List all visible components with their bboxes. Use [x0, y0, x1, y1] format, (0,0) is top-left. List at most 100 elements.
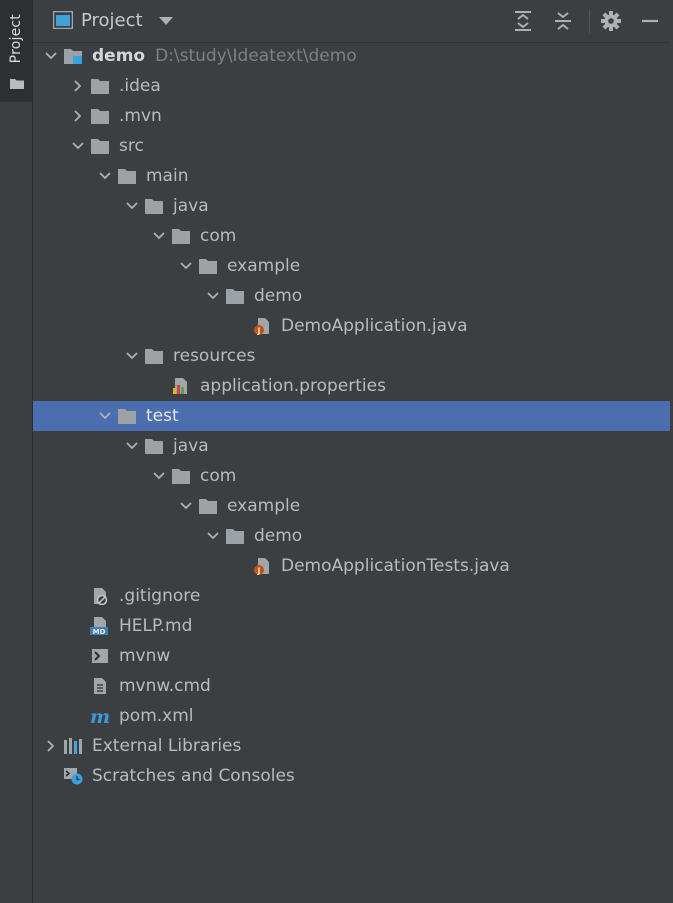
tree-row[interactable]: .gitignore — [33, 581, 670, 611]
tree-row[interactable]: mvnw.cmd — [33, 671, 670, 701]
module-path: D:\study\Ideatext\demo — [155, 46, 357, 66]
chevron-down-icon[interactable] — [207, 530, 219, 542]
project-tab-label: Project — [8, 14, 24, 64]
folder-icon — [118, 169, 136, 184]
project-tool-window-tab[interactable]: Project — [0, 0, 32, 102]
tree-row[interactable]: demo D:\study\Ideatext\demo — [33, 41, 670, 71]
chevron-down-icon[interactable] — [207, 290, 219, 302]
chevron-right-icon[interactable] — [45, 740, 57, 752]
folder-icon — [199, 259, 217, 274]
tree-item-label: com — [200, 226, 237, 246]
folder-icon — [226, 289, 244, 304]
tree-row[interactable]: com — [33, 221, 670, 251]
folder-icon — [145, 439, 163, 454]
tree-item-label: java — [173, 436, 209, 456]
tree-row[interactable]: resources — [33, 341, 670, 371]
shell-script-icon — [92, 649, 108, 663]
tree-item-label: demo D:\study\Ideatext\demo — [92, 46, 357, 66]
gear-icon[interactable] — [600, 10, 622, 32]
libraries-icon — [64, 738, 82, 754]
java-file-icon: J — [254, 318, 269, 336]
folder-icon — [118, 409, 136, 424]
folder-icon — [145, 349, 163, 364]
view-dropdown-icon[interactable] — [159, 17, 173, 26]
tree-item-label: External Libraries — [92, 736, 242, 756]
tree-item-label: example — [227, 256, 301, 276]
tree-row[interactable]: .mvn — [33, 101, 670, 131]
hide-panel-icon[interactable] — [639, 10, 661, 32]
tree-row[interactable]: mvnw — [33, 641, 670, 671]
tree-row[interactable]: External Libraries — [33, 731, 670, 761]
tree-item-label: com — [200, 466, 237, 486]
tree-row[interactable]: .idea — [33, 71, 670, 101]
tree-row[interactable]: demo — [33, 521, 670, 551]
tree-item-label: application.properties — [200, 376, 386, 396]
chevron-down-icon[interactable] — [126, 350, 138, 362]
chevron-down-icon[interactable] — [126, 440, 138, 452]
tree-item-label: java — [173, 196, 209, 216]
tree-row[interactable]: example — [33, 251, 670, 281]
tree-item-label: mvnw — [119, 646, 171, 666]
tree-row[interactable]: J DemoApplication.java — [33, 311, 670, 341]
svg-text:m: m — [90, 707, 110, 725]
chevron-down-icon[interactable] — [99, 170, 111, 182]
tree-row[interactable]: Scratches and Consoles — [33, 761, 670, 791]
svg-text:J: J — [257, 327, 261, 336]
chevron-down-icon[interactable] — [45, 50, 57, 62]
chevron-down-icon[interactable] — [153, 230, 165, 242]
tree-row[interactable]: J DemoApplicationTests.java — [33, 551, 670, 581]
header-separator — [589, 9, 590, 33]
java-file-icon: J — [254, 558, 269, 575]
tree-row[interactable]: java — [33, 431, 670, 461]
tree-item-label: .gitignore — [119, 586, 201, 606]
chevron-down-icon[interactable] — [180, 500, 192, 512]
folder-icon — [91, 139, 109, 154]
chevron-down-icon[interactable] — [126, 200, 138, 212]
panel-title[interactable]: Project — [81, 10, 143, 31]
folder-icon — [172, 469, 190, 484]
tree-item-label: main — [146, 166, 189, 186]
tool-window-strip: Project — [0, 0, 33, 903]
tree-item-label: demo — [254, 526, 303, 546]
tree-row[interactable]: test — [33, 401, 670, 431]
tree-item-label: .idea — [119, 76, 161, 96]
tree-row[interactable]: m pom.xml — [33, 701, 670, 731]
folder-icon — [172, 229, 190, 244]
tree-item-label: demo — [254, 286, 303, 306]
project-panel-header: Project — [33, 0, 673, 43]
tree-row[interactable]: com — [33, 461, 670, 491]
chevron-down-icon[interactable] — [180, 260, 192, 272]
chevron-right-icon[interactable] — [72, 80, 84, 92]
ignore-file-icon — [94, 588, 108, 605]
tree-row[interactable]: MD HELP.md — [33, 611, 670, 641]
tree-row[interactable]: main — [33, 161, 670, 191]
svg-text:MD: MD — [93, 628, 106, 635]
folder-icon — [145, 199, 163, 214]
folder-icon — [10, 79, 24, 89]
tree-item-label: example — [227, 496, 301, 516]
tree-row[interactable]: example — [33, 491, 670, 521]
tree-row[interactable]: src — [33, 131, 670, 161]
tree-item-label: .mvn — [119, 106, 162, 126]
tree-item-label: DemoApplication.java — [281, 316, 468, 336]
tree-row[interactable]: java — [33, 191, 670, 221]
folder-icon — [199, 499, 217, 514]
maven-icon: m — [90, 707, 110, 725]
properties-file-icon — [173, 378, 187, 394]
chevron-down-icon[interactable] — [99, 410, 111, 422]
tree-row[interactable]: application.properties — [33, 371, 670, 401]
module-folder-icon — [64, 49, 82, 64]
collapse-all-icon[interactable] — [552, 10, 574, 32]
tree-row[interactable]: demo — [33, 281, 670, 311]
expand-all-icon[interactable] — [512, 10, 534, 32]
chevron-right-icon[interactable] — [72, 110, 84, 122]
scratches-icon — [64, 768, 83, 785]
markdown-file-icon: MD — [90, 617, 108, 635]
tree-item-label: DemoApplicationTests.java — [281, 556, 510, 576]
tree-item-label: Scratches and Consoles — [92, 766, 295, 786]
folder-icon — [226, 529, 244, 544]
chevron-down-icon[interactable] — [72, 140, 84, 152]
folder-icon — [91, 109, 109, 124]
tree-item-label: HELP.md — [119, 616, 193, 636]
chevron-down-icon[interactable] — [153, 470, 165, 482]
